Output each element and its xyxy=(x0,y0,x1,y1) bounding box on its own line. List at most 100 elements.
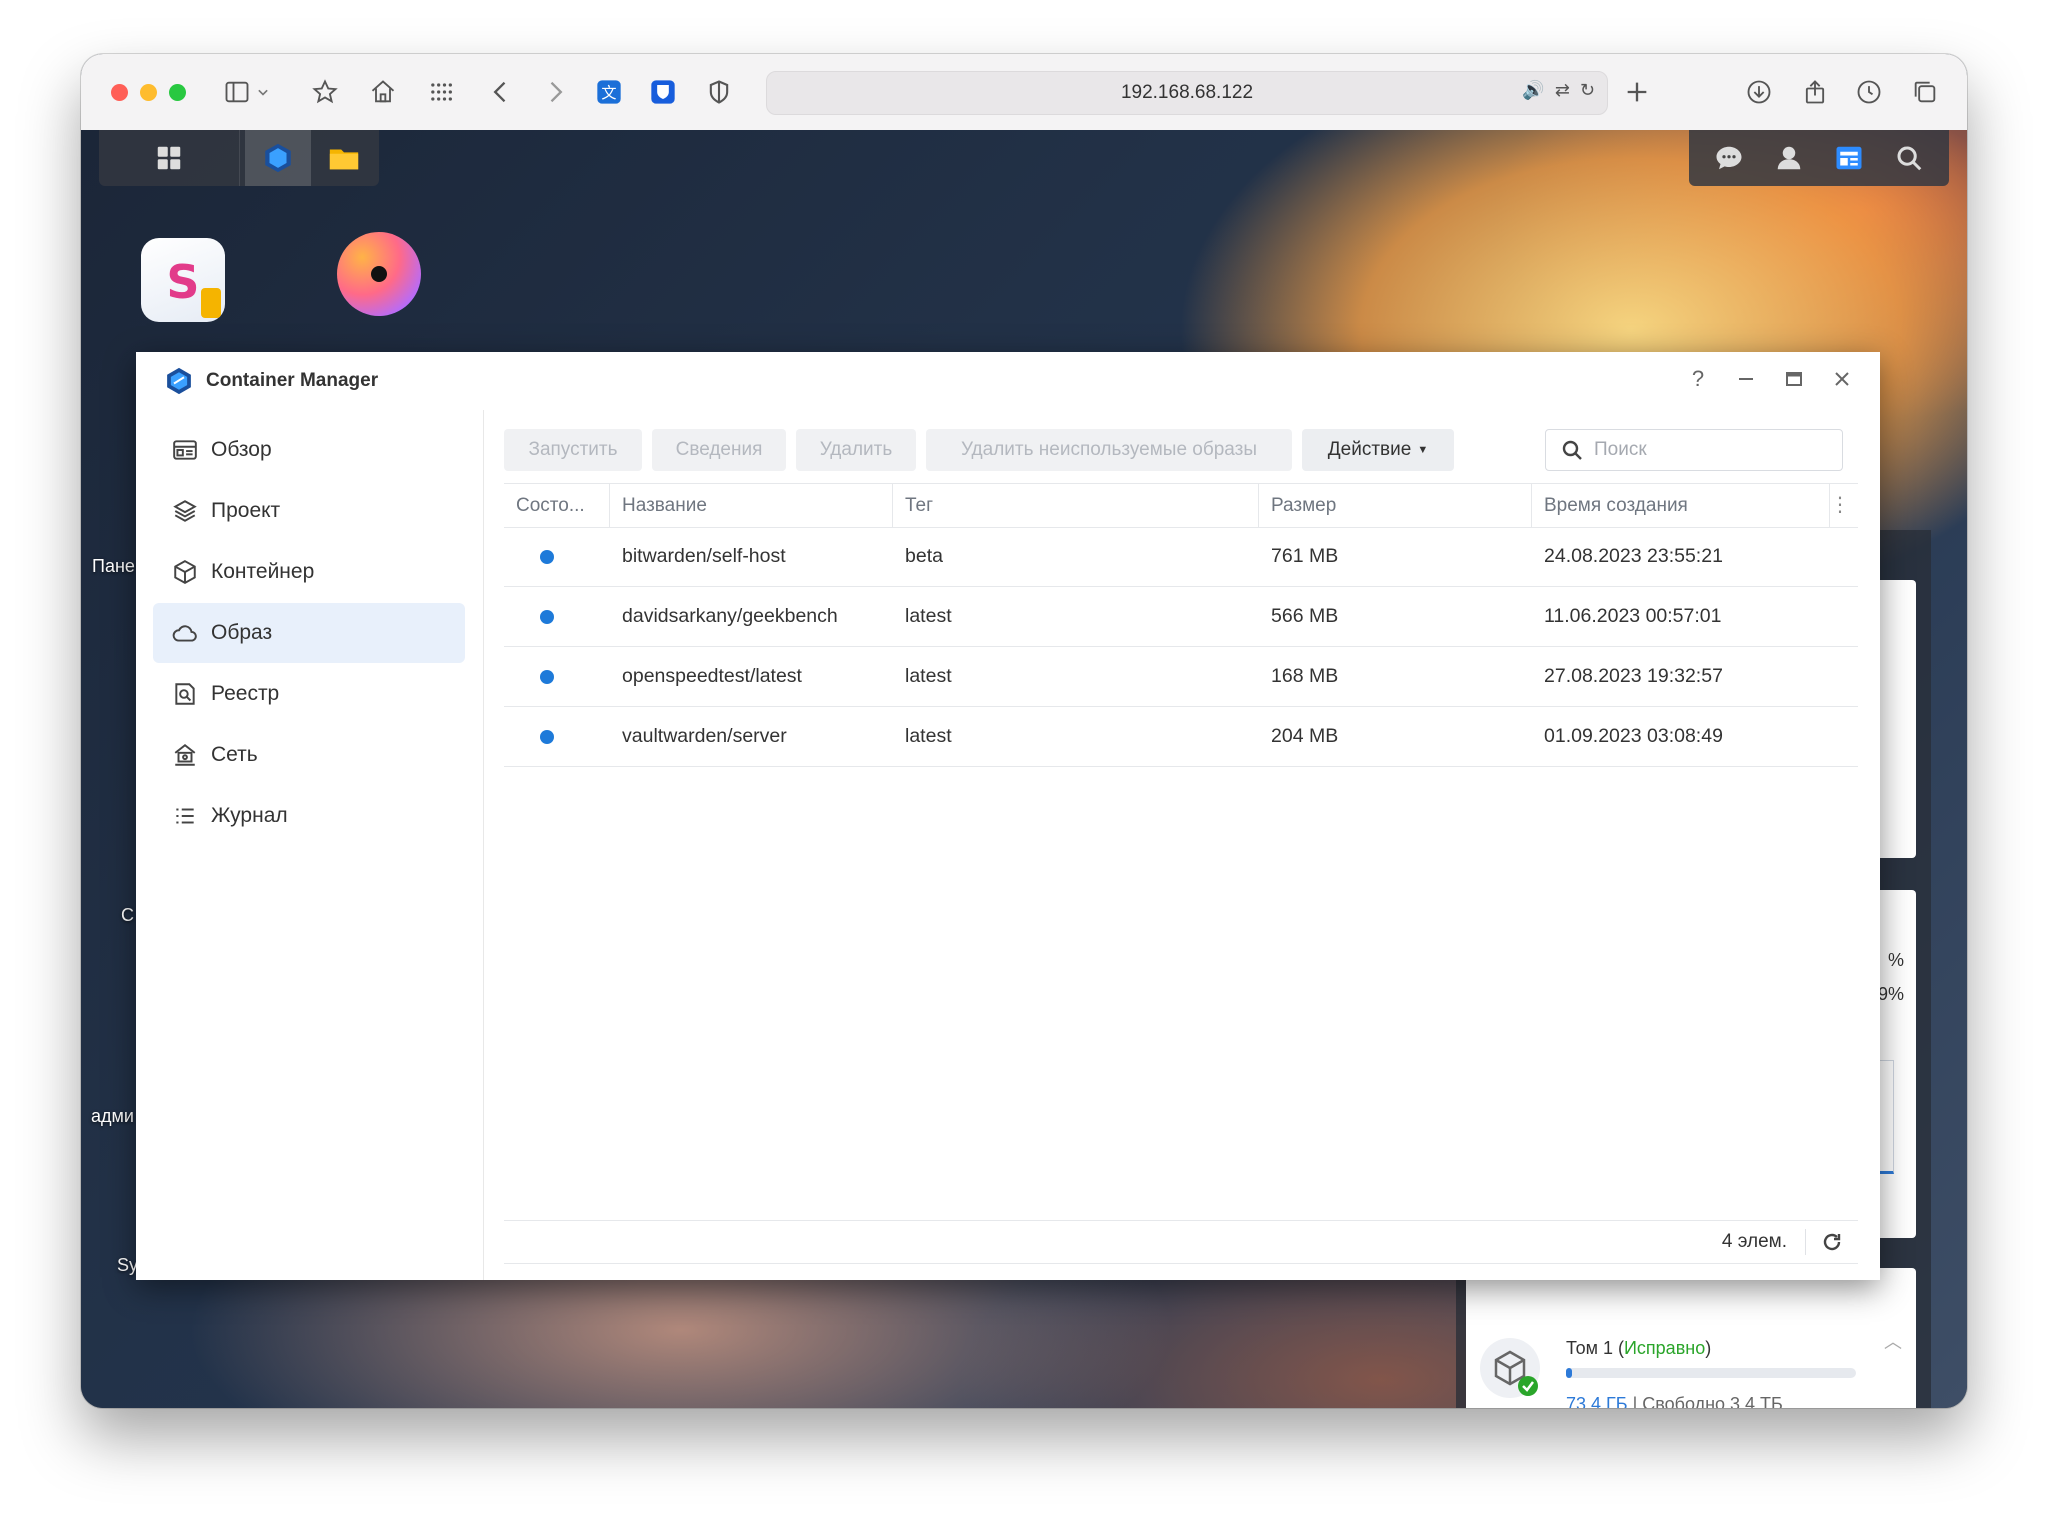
sidebar-item-label: Образ xyxy=(211,621,273,644)
download-icon[interactable] xyxy=(1741,74,1777,110)
chevron-up-icon[interactable]: ︿ xyxy=(1884,1328,1902,1354)
browser-toolbar: 文 192.168.68.122 🔊 ⇄ ↻ xyxy=(81,54,1967,131)
prune-images-button[interactable]: Удалить неиспользуемые образы xyxy=(926,429,1292,471)
caret-down-icon: ▼ xyxy=(1417,444,1429,456)
sidebar-item-label: Сеть xyxy=(211,743,258,766)
chat-icon[interactable] xyxy=(1714,143,1744,173)
container-icon xyxy=(171,558,199,586)
table-row[interactable]: vaultwarden/server latest 204 MB 01.09.2… xyxy=(504,707,1858,767)
container-manager-window: Container Manager ? Обзор Проект Контейн… xyxy=(136,352,1880,1280)
volume-usage-bar xyxy=(1566,1368,1856,1378)
sidebar-item-overview[interactable]: Обзор xyxy=(153,420,465,480)
address-bar[interactable]: 192.168.68.122 🔊 ⇄ ↻ xyxy=(766,71,1608,115)
desktop-label-3: адми xyxy=(91,1106,134,1126)
sidebar-item-log[interactable]: Журнал xyxy=(153,786,465,846)
volume-icon xyxy=(1480,1338,1540,1398)
back-icon[interactable] xyxy=(483,74,519,110)
table-row[interactable]: openspeedtest/latest latest 168 MB 27.08… xyxy=(504,647,1858,707)
sidebar-item-label: Проект xyxy=(211,499,281,522)
minimize-icon xyxy=(1739,378,1753,380)
bitwarden-ext-icon[interactable] xyxy=(645,74,681,110)
volume-usage-text: 73.4 ГБ | Свободно 3.4 ТБ xyxy=(1566,1394,1783,1408)
grid-icon[interactable] xyxy=(423,74,459,110)
main-menu-button[interactable] xyxy=(99,130,240,186)
zoom-window-button[interactable] xyxy=(169,84,186,101)
close-button[interactable] xyxy=(1832,366,1852,392)
history-icon[interactable] xyxy=(1851,74,1887,110)
search-icon[interactable] xyxy=(1894,143,1924,173)
share-icon[interactable] xyxy=(1797,74,1833,110)
close-icon xyxy=(1835,372,1849,386)
column-header-name[interactable]: Название xyxy=(610,484,893,527)
dsm-taskbar-right xyxy=(1689,130,1949,186)
run-button[interactable]: Запустить xyxy=(504,429,642,471)
search-field[interactable]: Поиск xyxy=(1545,429,1843,471)
sidebar-icon[interactable] xyxy=(219,74,255,110)
translate-icon[interactable]: ⇄ xyxy=(1555,80,1570,101)
column-header-tag[interactable]: Тег xyxy=(893,484,1259,527)
forward-icon[interactable] xyxy=(537,74,573,110)
action-dropdown[interactable]: Действие ▼ xyxy=(1302,429,1454,471)
refresh-icon[interactable] xyxy=(1820,1230,1844,1254)
package-center-desktop-icon[interactable]: S xyxy=(141,238,225,322)
speaker-icon[interactable]: 🔊 xyxy=(1522,80,1544,101)
chevron-down-icon[interactable]: ﹀ xyxy=(1884,1404,1902,1408)
chevron-down-icon[interactable] xyxy=(253,74,273,110)
sidebar-item-image[interactable]: Образ xyxy=(153,603,465,663)
name-cell: bitwarden/self-host xyxy=(622,545,786,567)
volume-usage-fill xyxy=(1566,1368,1572,1378)
star-icon[interactable] xyxy=(307,74,343,110)
table-row[interactable]: davidsarkany/geekbench latest 566 MB 11.… xyxy=(504,587,1858,647)
user-icon[interactable] xyxy=(1774,143,1804,173)
created-cell: 27.08.2023 19:32:57 xyxy=(1544,665,1723,687)
delete-button[interactable]: Удалить xyxy=(796,429,916,471)
maximize-button[interactable] xyxy=(1784,366,1804,392)
status-cell xyxy=(504,587,610,646)
cloud-icon xyxy=(171,619,199,647)
taskbar-file-station[interactable] xyxy=(311,130,377,186)
tag-cell: latest xyxy=(905,605,952,627)
column-header-status[interactable]: Состо... xyxy=(504,484,610,527)
column-header-created[interactable]: Время создания xyxy=(1532,484,1830,527)
details-button[interactable]: Сведения xyxy=(652,429,786,471)
translate-ext-icon[interactable]: 文 xyxy=(591,74,627,110)
reload-icon[interactable]: ↻ xyxy=(1580,80,1595,101)
table-row[interactable]: bitwarden/self-host beta 761 MB 24.08.20… xyxy=(504,527,1858,587)
search-placeholder: Поиск xyxy=(1594,439,1647,460)
name-cell: openspeedtest/latest xyxy=(622,665,802,687)
container-manager-icon xyxy=(265,143,291,173)
taskbar-container-manager[interactable] xyxy=(245,130,311,186)
column-menu-icon[interactable]: ⋮ xyxy=(1830,492,1850,517)
shield-icon[interactable] xyxy=(701,74,737,110)
tag-cell: beta xyxy=(905,545,943,567)
column-header-size[interactable]: Размер xyxy=(1259,484,1532,527)
sidebar-item-registry[interactable]: Реестр xyxy=(153,664,465,724)
sidebar-item-network[interactable]: Сеть xyxy=(153,725,465,785)
widgets-icon[interactable] xyxy=(1834,143,1864,173)
sidebar-item-label: Контейнер xyxy=(211,560,315,583)
minimize-window-button[interactable] xyxy=(140,84,157,101)
tag-cell: latest xyxy=(905,725,952,747)
svg-text:S: S xyxy=(166,255,199,309)
dsm-taskbar xyxy=(99,130,379,186)
plus-icon[interactable] xyxy=(1619,74,1655,110)
photos-desktop-icon[interactable] xyxy=(337,232,421,316)
help-button[interactable]: ? xyxy=(1688,366,1708,392)
svg-text:文: 文 xyxy=(601,84,616,102)
sidebar-item-project[interactable]: Проект xyxy=(153,481,465,541)
folder-icon xyxy=(329,149,359,170)
tabs-icon[interactable] xyxy=(1907,74,1943,110)
item-count: 4 элем. xyxy=(1721,1231,1787,1252)
project-icon xyxy=(171,497,199,525)
home-icon[interactable] xyxy=(365,74,401,110)
size-cell: 204 MB xyxy=(1271,725,1339,747)
table-footer: 4 элем. xyxy=(504,1220,1858,1264)
close-window-button[interactable] xyxy=(111,84,128,101)
window-titlebar[interactable]: Container Manager ? xyxy=(136,352,1880,410)
status-cell xyxy=(504,647,610,706)
created-cell: 24.08.2023 23:55:21 xyxy=(1544,545,1723,567)
minimize-button[interactable] xyxy=(1736,366,1756,392)
sidebar-item-container[interactable]: Контейнер xyxy=(153,542,465,602)
widget-pct-1: % xyxy=(1887,950,1904,970)
widget-pct-2: 9% xyxy=(1877,984,1904,1004)
